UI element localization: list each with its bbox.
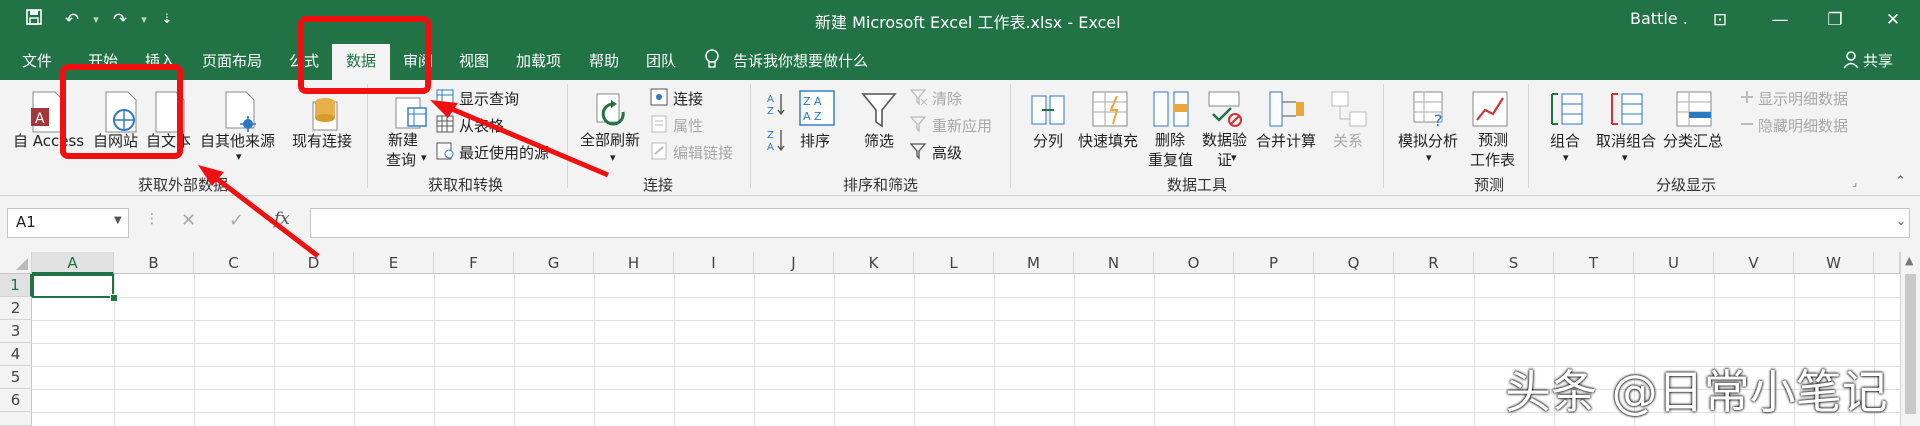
annotation-arrows xyxy=(198,100,609,258)
